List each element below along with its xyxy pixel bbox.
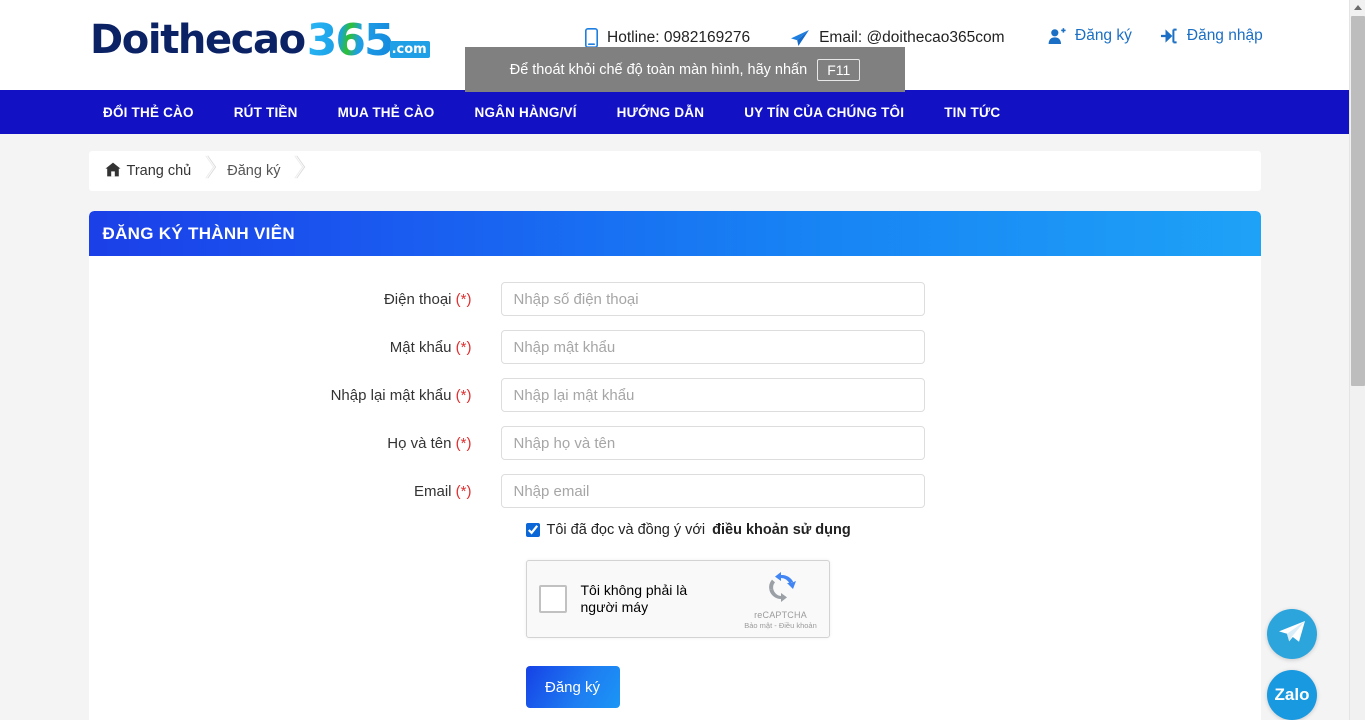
label-fullname-required: (*)	[455, 434, 472, 452]
site-logo[interactable]: Doithecao 365 .com	[90, 14, 433, 66]
recaptcha-branding: reCAPTCHA Bảo mật - Điều khoản	[743, 571, 819, 630]
vertical-scrollbar[interactable]	[1349, 0, 1365, 720]
header-auth-links: Đăng ký Đăng nhập	[1048, 27, 1263, 45]
paper-plane-icon	[790, 29, 810, 47]
password-input[interactable]	[500, 330, 925, 364]
logo-text-main: Doithecao	[90, 17, 306, 63]
recaptcha-logo-icon	[765, 572, 797, 607]
form-row-password: Mật khẩu (*)	[89, 330, 1261, 364]
label-confirm-password-required: (*)	[455, 386, 472, 404]
mobile-phone-icon	[585, 28, 598, 48]
header-contact-info: Hotline: 0982169276 Email: @doithecao365…	[585, 28, 1005, 48]
page-viewport: Doithecao 365 .com Hotline: 0982169276 E…	[0, 0, 1349, 720]
form-row-email: Email (*)	[89, 474, 1261, 508]
home-icon	[105, 162, 121, 181]
terms-checkbox[interactable]	[525, 523, 540, 537]
label-password-required: (*)	[455, 338, 472, 356]
nav-item-huong-dan[interactable]: HƯỚNG DẪN	[617, 105, 705, 120]
label-confirm-password: Nhập lại mật khẩu (*)	[89, 387, 501, 404]
site-header: Doithecao 365 .com Hotline: 0982169276 E…	[0, 0, 1349, 92]
label-password: Mật khẩu (*)	[89, 339, 501, 356]
email-input[interactable]	[500, 474, 925, 508]
recaptcha-brand-name: reCAPTCHA	[754, 610, 807, 620]
label-password-text: Mật khẩu	[389, 338, 452, 356]
nav-item-ngan-hang-vi[interactable]: NGÂN HÀNG/VÍ	[475, 105, 577, 120]
form-row-fullname: Họ và tên (*)	[89, 426, 1261, 460]
header-login-link[interactable]: Đăng nhập	[1187, 27, 1263, 45]
content-container: Trang chủ Đăng ký ĐĂNG KÝ THÀNH VIÊN Điệ…	[88, 134, 1261, 720]
nav-item-mua-the-cao[interactable]: MUA THẺ CÀO	[338, 105, 435, 120]
label-fullname: Họ và tên (*)	[89, 435, 501, 452]
breadcrumb: Trang chủ Đăng ký	[88, 151, 1261, 191]
fullscreen-toast-message: Để thoát khỏi chế độ toàn màn hình, hãy …	[509, 61, 808, 78]
zalo-icon: Zalo	[1274, 685, 1310, 704]
scrollbar-thumb[interactable]	[1351, 16, 1365, 386]
label-confirm-password-text: Nhập lại mật khẩu	[330, 386, 452, 404]
registration-panel: ĐĂNG KÝ THÀNH VIÊN Điện thoại (*) Mật kh…	[88, 211, 1261, 720]
label-email-required: (*)	[455, 482, 472, 500]
zalo-float-button[interactable]: Zalo	[1267, 670, 1317, 720]
nav-item-uy-tin[interactable]: UY TÍN CỦA CHÚNG TÔI	[744, 105, 904, 120]
terms-text: Tôi đã đọc và đồng ý với	[546, 522, 706, 538]
breadcrumb-home-link[interactable]: Trang chủ	[105, 162, 192, 181]
terms-agreement-row[interactable]: Tôi đã đọc và đồng ý với điều khoản sử d…	[525, 522, 1261, 538]
terms-link[interactable]: điều khoản sử dụng	[712, 522, 851, 538]
recaptcha-checkbox[interactable]	[538, 585, 567, 613]
recaptcha-brand-links[interactable]: Bảo mật - Điều khoản	[743, 621, 819, 630]
browser-page: Doithecao 365 .com Hotline: 0982169276 E…	[0, 0, 1365, 720]
login-arrow-icon	[1160, 28, 1178, 44]
hotline-text: Hotline: 0982169276	[607, 29, 751, 46]
breadcrumb-separator-1-icon	[197, 151, 221, 191]
panel-header: ĐĂNG KÝ THÀNH VIÊN	[88, 211, 1261, 256]
page-title: ĐĂNG KÝ THÀNH VIÊN	[102, 223, 295, 243]
telegram-icon	[1277, 619, 1307, 650]
nav-item-tin-tuc[interactable]: TIN TỨC	[944, 105, 1000, 120]
phone-input[interactable]	[500, 282, 925, 316]
telegram-float-button[interactable]	[1267, 609, 1317, 659]
fullscreen-toast-key: F11	[817, 58, 861, 81]
label-fullname-text: Họ và tên	[387, 434, 452, 452]
email-text: Email: @doithecao365com	[819, 29, 1005, 46]
floating-contact-buttons: Zalo	[1267, 609, 1317, 720]
submit-register-button[interactable]: Đăng ký	[525, 666, 620, 708]
main-navigation: ĐỔI THẺ CÀO RÚT TIỀN MUA THẺ CÀO NGÂN HÀ…	[0, 90, 1349, 134]
confirm-password-input[interactable]	[500, 378, 925, 412]
label-phone-text: Điện thoại	[383, 290, 452, 308]
form-row-confirm-password: Nhập lại mật khẩu (*)	[89, 378, 1261, 412]
breadcrumb-separator-2-icon	[286, 151, 310, 191]
form-row-phone: Điện thoại (*)	[89, 282, 1261, 316]
nav-item-rut-tien[interactable]: RÚT TIỀN	[234, 105, 298, 120]
breadcrumb-current: Đăng ký	[227, 163, 281, 179]
user-plus-icon	[1048, 27, 1066, 45]
logo-text-tld: .com	[389, 40, 430, 58]
label-phone: Điện thoại (*)	[89, 291, 501, 308]
breadcrumb-home-label: Trang chủ	[126, 163, 192, 179]
logo-text-accent: 365	[306, 14, 395, 66]
recaptcha-widget[interactable]: Tôi không phải là người máy reCAPTCHA Bả…	[525, 560, 830, 638]
nav-item-doi-the-cao[interactable]: ĐỔI THẺ CÀO	[103, 105, 194, 120]
label-phone-required: (*)	[455, 290, 472, 308]
fullscreen-exit-toast: Để thoát khỏi chế độ toàn màn hình, hãy …	[465, 47, 905, 92]
scrollbar-up-arrow-icon[interactable]	[1350, 0, 1365, 15]
fullname-input[interactable]	[500, 426, 925, 460]
registration-form: Điện thoại (*) Mật khẩu (*)	[89, 256, 1261, 720]
label-email-text: Email	[413, 482, 452, 500]
label-email: Email (*)	[89, 483, 501, 500]
form-footer-block: Tôi đã đọc và đồng ý với điều khoản sử d…	[525, 522, 1261, 708]
recaptcha-label: Tôi không phải là người máy	[580, 582, 688, 615]
header-register-link[interactable]: Đăng ký	[1075, 27, 1132, 45]
